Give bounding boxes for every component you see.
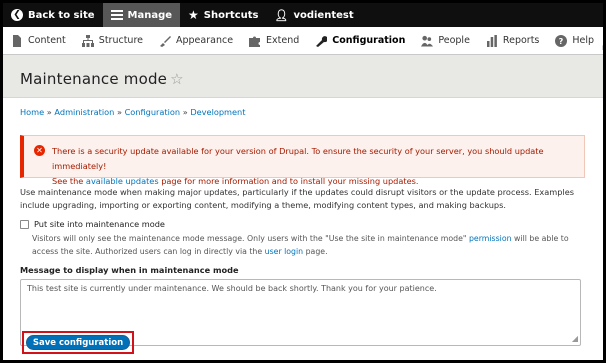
back-arrow-icon: ❮ bbox=[11, 9, 23, 21]
alert-line-1: There is a security update available for… bbox=[52, 146, 544, 171]
wrench-icon bbox=[315, 35, 328, 47]
breadcrumb: Home » Administration » Configuration » … bbox=[20, 107, 586, 121]
user-tab[interactable]: 👤︎ vodientest bbox=[266, 3, 361, 27]
available-updates-link[interactable]: available updates bbox=[86, 176, 159, 186]
alert-text: page for more information and to install… bbox=[158, 176, 419, 186]
tray-item-label: Appearance bbox=[176, 35, 234, 46]
tray-item-label: People bbox=[438, 35, 470, 46]
permission-link[interactable]: permission bbox=[469, 234, 512, 243]
tray-item-content[interactable]: Content bbox=[3, 27, 74, 54]
tray-item-label: Configuration bbox=[332, 35, 406, 46]
back-to-site-label: Back to site bbox=[28, 9, 95, 21]
tray-item-structure[interactable]: Structure bbox=[74, 27, 151, 54]
breadcrumb-separator: » bbox=[116, 107, 122, 117]
back-to-site-link[interactable]: ❮ Back to site bbox=[3, 3, 103, 27]
shortcuts-label: Shortcuts bbox=[203, 9, 259, 21]
maintenance-mode-label[interactable]: Put site into maintenance mode bbox=[34, 219, 165, 229]
favorite-star-icon[interactable]: ☆ bbox=[170, 70, 184, 88]
document-icon bbox=[11, 34, 23, 47]
bar-chart-icon bbox=[486, 34, 498, 47]
message-field-label: Message to display when in maintenance m… bbox=[20, 265, 239, 275]
alert-line-2: See the available updates page for more … bbox=[38, 174, 574, 189]
alert-text: See the bbox=[52, 176, 86, 186]
browser-frame: ❮ Back to site Manage ★ Shortcuts 👤︎ vod… bbox=[3, 3, 603, 360]
breadcrumb-separator: » bbox=[182, 107, 188, 117]
error-icon: ✕ bbox=[34, 145, 45, 156]
tray-item-people[interactable]: People bbox=[413, 27, 478, 54]
breadcrumb-home[interactable]: Home bbox=[20, 107, 44, 117]
tray-item-configuration[interactable]: Configuration bbox=[307, 27, 413, 54]
textarea-value: This test site is currently under mainte… bbox=[27, 284, 437, 293]
checkbox-description: Visitors will only see the maintenance m… bbox=[20, 232, 580, 258]
admin-toolbar: ❮ Back to site Manage ★ Shortcuts 👤︎ vod… bbox=[3, 3, 603, 27]
brush-icon bbox=[159, 35, 171, 47]
tray-item-label: Structure bbox=[98, 35, 143, 46]
tray-item-label: Content bbox=[28, 35, 66, 46]
tray-item-appearance[interactable]: Appearance bbox=[151, 27, 241, 54]
tray-item-help[interactable]: ? Help bbox=[547, 27, 602, 54]
shortcuts-tab[interactable]: ★ Shortcuts bbox=[180, 3, 266, 27]
collapse-tray-icon[interactable]: |⇤ bbox=[602, 28, 603, 54]
checkbox-desc-text: Visitors will only see the maintenance m… bbox=[32, 234, 469, 243]
user-label: vodientest bbox=[293, 9, 354, 21]
structure-icon bbox=[81, 34, 94, 47]
main-content: Home » Administration » Configuration » … bbox=[3, 107, 603, 346]
manage-tab[interactable]: Manage bbox=[102, 3, 181, 27]
manage-label: Manage bbox=[127, 9, 173, 21]
security-alert: ✕ There is a security update available f… bbox=[20, 135, 585, 186]
tray-item-label: Reports bbox=[502, 35, 540, 46]
svg-text:?: ? bbox=[559, 37, 564, 46]
help-icon: ? bbox=[555, 34, 568, 47]
maintenance-checkbox-row[interactable]: Put site into maintenance mode bbox=[20, 219, 586, 229]
breadcrumb-administration[interactable]: Administration bbox=[54, 107, 114, 117]
page-title-text: Maintenance mode bbox=[20, 70, 168, 88]
admin-tray: Content Structure Appearance Extend Conf… bbox=[3, 27, 603, 55]
page-header: Maintenance mode ☆ bbox=[3, 55, 603, 98]
maintenance-description: Use maintenance mode when making major u… bbox=[20, 187, 575, 210]
resize-grip-icon[interactable]: ◢ bbox=[572, 335, 578, 343]
user-icon: 👤︎ bbox=[274, 8, 289, 22]
maintenance-mode-checkbox[interactable] bbox=[20, 219, 29, 229]
save-button-highlight: Save configuration bbox=[22, 331, 134, 354]
save-configuration-button[interactable]: Save configuration bbox=[26, 335, 130, 350]
tray-item-extend[interactable]: Extend bbox=[241, 27, 307, 54]
page-title: Maintenance mode ☆ bbox=[20, 70, 184, 88]
checkbox-desc-text: page. bbox=[303, 247, 328, 256]
tray-item-label: Help bbox=[572, 35, 595, 46]
tray-item-reports[interactable]: Reports bbox=[478, 27, 547, 54]
menu-icon bbox=[110, 10, 123, 20]
puzzle-icon bbox=[249, 35, 261, 47]
user-login-link[interactable]: user login bbox=[265, 247, 303, 256]
tray-item-label: Extend bbox=[266, 35, 300, 46]
breadcrumb-configuration[interactable]: Configuration bbox=[125, 107, 181, 117]
star-icon: ★ bbox=[188, 8, 199, 22]
people-icon bbox=[421, 35, 434, 47]
breadcrumb-separator: » bbox=[46, 107, 52, 117]
breadcrumb-development[interactable]: Development bbox=[190, 107, 245, 117]
